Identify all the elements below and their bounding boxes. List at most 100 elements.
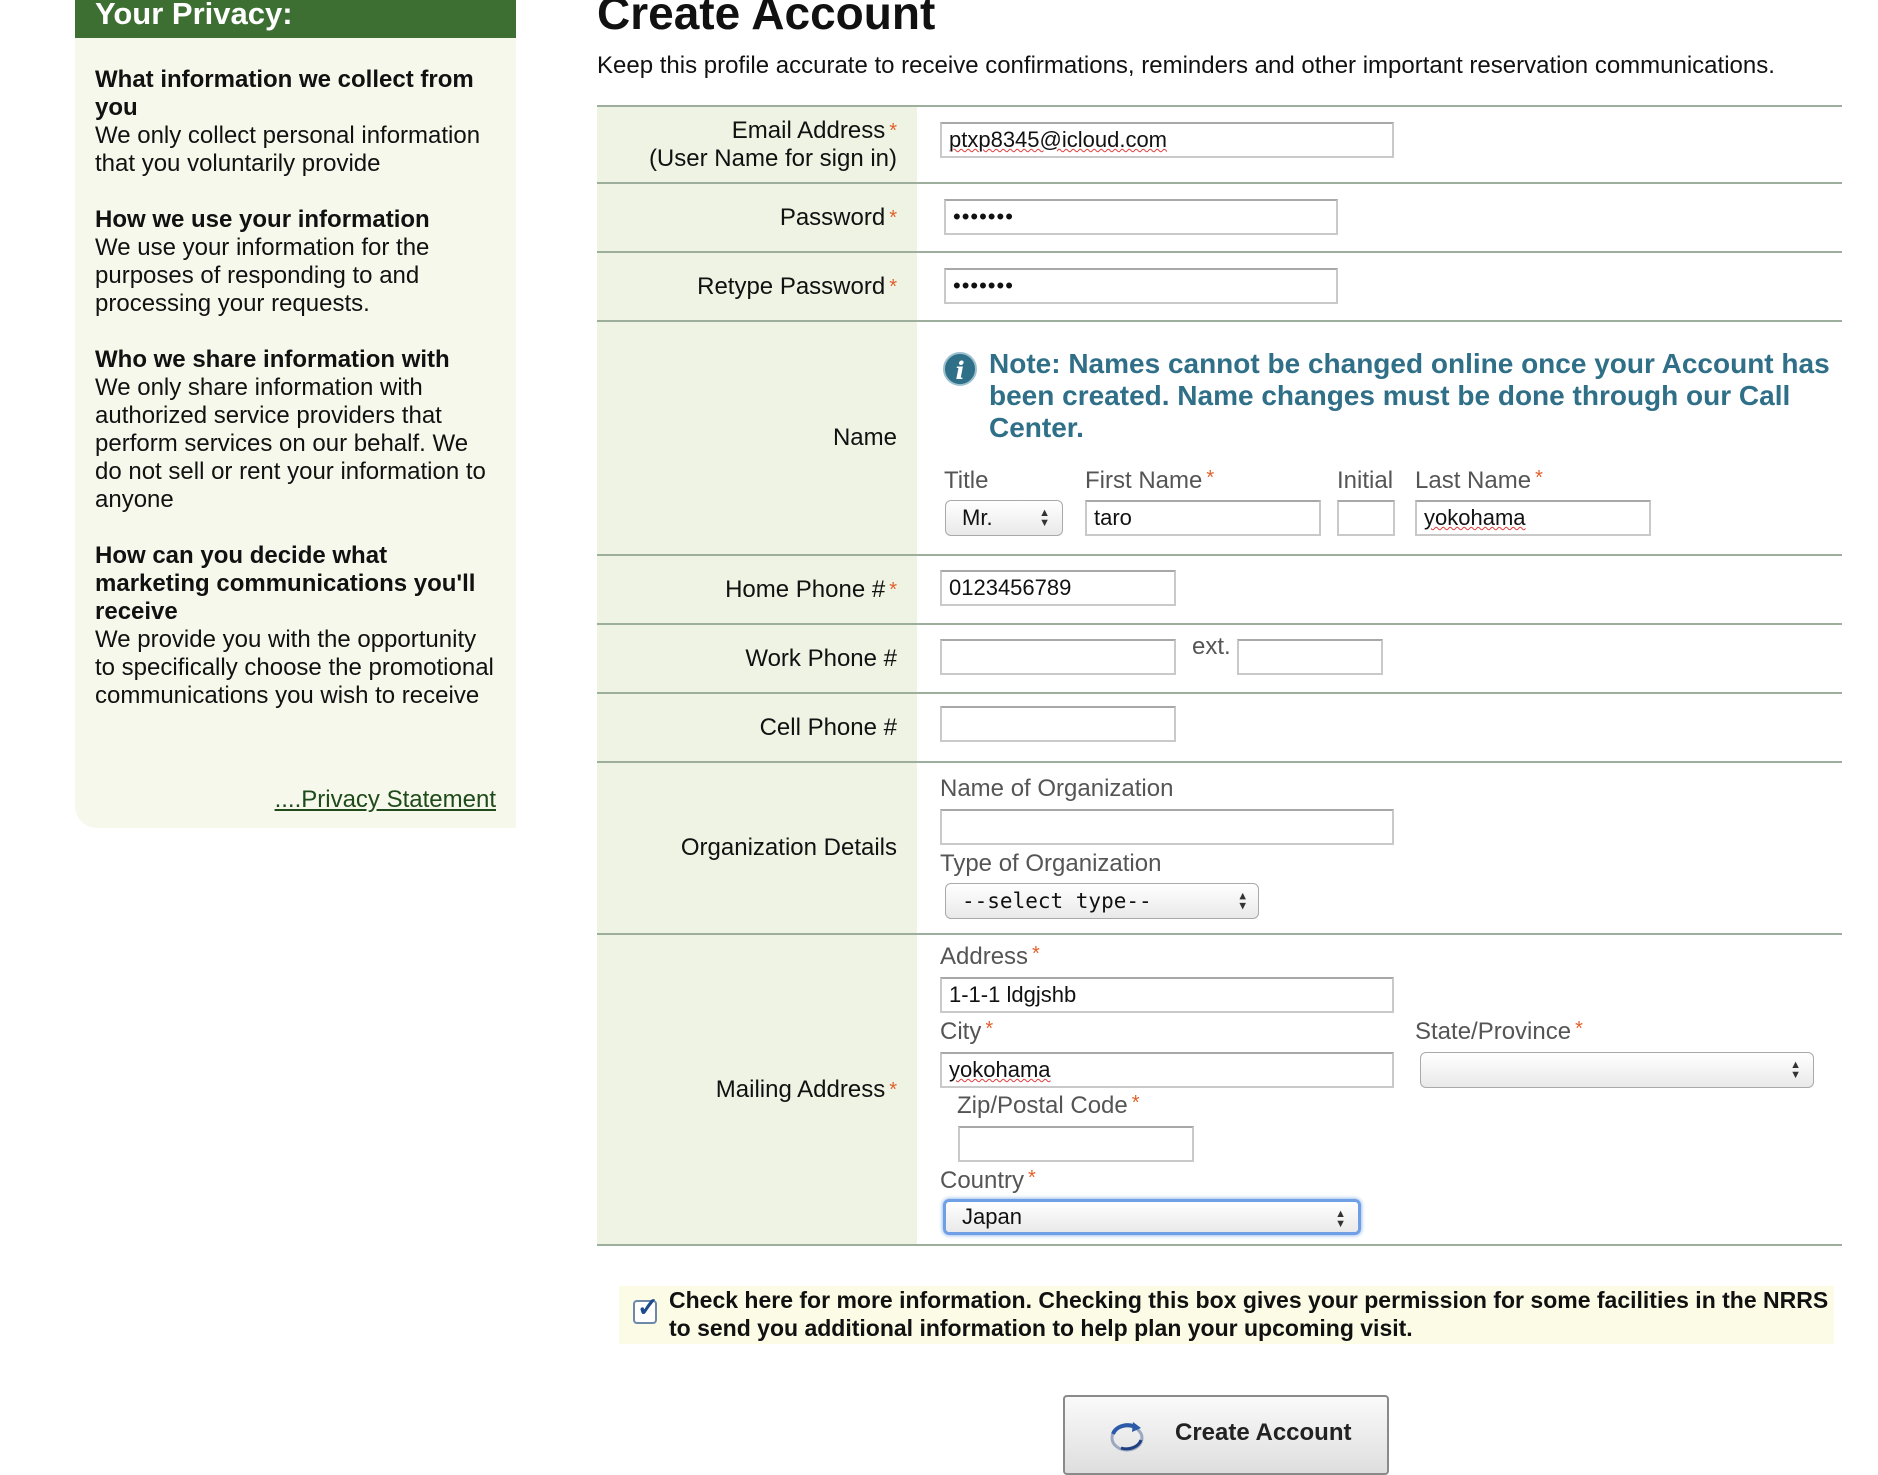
optin-checkbox[interactable]: ✓ — [633, 1292, 659, 1324]
privacy-answer: We provide you with the opportunity to s… — [95, 626, 494, 709]
country-select[interactable]: Japan ▲ ▼ — [943, 1199, 1361, 1235]
email-label-text: Email Address — [731, 116, 886, 144]
password-label-text: Password — [779, 203, 886, 231]
privacy-answer: We use your information for the purposes… — [95, 234, 430, 317]
zip-label: Zip/Postal Code * — [957, 1092, 1140, 1120]
initial-label: Initial — [1337, 467, 1394, 494]
last-name-label-text: Last Name — [1415, 467, 1532, 494]
title-label: Title — [944, 467, 989, 494]
last-name-field[interactable]: yokohama — [1415, 500, 1651, 536]
retype-password-field[interactable]: ••••••• — [944, 268, 1338, 304]
work-phone-row: Work Phone # ext. — [597, 625, 1842, 694]
required-marker: * — [1535, 467, 1543, 489]
privacy-section: What information we collect from you We … — [95, 66, 496, 178]
email-row: Email Address * (User Name for sign in) p… — [597, 105, 1842, 184]
required-marker: * — [889, 578, 897, 601]
refresh-arrow-icon — [1110, 1422, 1144, 1452]
zip-field[interactable] — [958, 1126, 1194, 1162]
cell-phone-row: Cell Phone # — [597, 694, 1842, 763]
select-arrows-icon: ▲ ▼ — [1239, 889, 1246, 912]
country-label: Country * — [940, 1167, 1036, 1195]
optin-text: Check here for more information. Checkin… — [669, 1287, 1829, 1341]
select-arrows-icon: ▲ ▼ — [1790, 1059, 1801, 1081]
retype-password-row: Retype Password * ••••••• — [597, 253, 1842, 322]
org-name-field[interactable] — [940, 809, 1394, 845]
select-arrows-icon: ▲ ▼ — [1039, 507, 1050, 529]
privacy-question: How can you decide what marketing commun… — [95, 542, 476, 625]
required-marker: * — [1032, 943, 1040, 965]
retype-password-label-text: Retype Password — [697, 272, 886, 300]
first-name-label-text: First Name — [1085, 467, 1203, 494]
last-name-value: yokohama — [1424, 505, 1526, 530]
ext-field[interactable] — [1237, 639, 1383, 675]
name-label: Name — [597, 322, 917, 554]
organization-row: Organization Details Name of Organizatio… — [597, 763, 1842, 935]
home-phone-row: Home Phone # * 0123456789 — [597, 556, 1842, 625]
page-subtitle: Keep this profile accurate to receive co… — [597, 52, 1775, 79]
retype-password-label: Retype Password * — [597, 253, 917, 320]
state-label: State/Province * — [1415, 1018, 1583, 1046]
required-marker: * — [1206, 467, 1215, 489]
email-field[interactable]: ptxp8345@icloud.com — [940, 122, 1394, 158]
password-field[interactable]: ••••••• — [944, 199, 1338, 235]
cell-phone-field[interactable] — [940, 706, 1176, 742]
privacy-title: Your Privacy: — [75, 0, 516, 38]
mailing-address-row: Mailing Address * Address * 1-1-1 ldgjshb … — [597, 935, 1842, 1246]
name-row: Name i Note: Names cannot be changed onl… — [597, 322, 1842, 556]
email-value: ptxp8345@icloud.com — [949, 127, 1168, 152]
cell-phone-label: Cell Phone # — [597, 694, 917, 761]
first-name-label: First Name * — [1085, 467, 1214, 495]
work-phone-label-text: Work Phone # — [745, 644, 897, 672]
home-phone-field[interactable]: 0123456789 — [940, 570, 1176, 606]
city-value: yokohama — [949, 1057, 1051, 1082]
address-label-text: Address — [940, 943, 1029, 970]
privacy-answer: We only collect personal information tha… — [95, 122, 481, 177]
work-phone-field[interactable] — [940, 639, 1176, 675]
home-phone-label: Home Phone # * — [597, 556, 917, 623]
zip-label-text: Zip/Postal Code — [957, 1092, 1128, 1119]
mailing-address-label: Mailing Address * — [597, 935, 917, 1244]
state-select[interactable]: ▲ ▼ — [1420, 1052, 1814, 1088]
page-title: Create Account — [597, 0, 936, 39]
privacy-panel: Your Privacy: What information we collec… — [75, 0, 516, 828]
privacy-question: What information we collect from you — [95, 66, 474, 121]
title-select[interactable]: Mr. ▲ ▼ — [945, 500, 1063, 536]
initial-field[interactable] — [1337, 500, 1395, 536]
info-icon: i — [943, 352, 977, 386]
privacy-question: How we use your information — [95, 206, 430, 233]
required-marker: * — [1131, 1092, 1140, 1114]
ext-label: ext. — [1192, 633, 1231, 660]
required-marker: * — [889, 275, 897, 298]
work-phone-label: Work Phone # — [597, 625, 917, 692]
org-name-label: Name of Organization — [940, 775, 1174, 802]
org-type-label: Type of Organization — [940, 850, 1162, 877]
city-label-text: City — [940, 1018, 982, 1045]
password-label: Password * — [597, 184, 917, 251]
organization-label-text: Organization Details — [680, 834, 897, 861]
checkmark-icon: ✓ — [637, 1292, 659, 1322]
required-marker: * — [889, 1078, 897, 1101]
home-phone-label-text: Home Phone # — [725, 575, 886, 603]
organization-label: Organization Details — [597, 763, 917, 933]
privacy-statement-link[interactable]: ....Privacy Statement — [275, 786, 496, 814]
privacy-section: Who we share information with We only sh… — [95, 346, 496, 514]
privacy-section: How can you decide what marketing commun… — [95, 542, 496, 710]
email-label-sub: (User Name for sign in) — [648, 144, 897, 172]
create-account-button[interactable]: Create Account — [1063, 1395, 1389, 1475]
privacy-section: How we use your information We use your … — [95, 206, 496, 318]
optin-box: ✓ Check here for more information. Check… — [619, 1286, 1834, 1344]
first-name-field[interactable]: taro — [1085, 500, 1321, 536]
mailing-address-label-text: Mailing Address — [715, 1075, 886, 1103]
country-select-value: Japan — [962, 1204, 1022, 1229]
required-marker: * — [985, 1018, 994, 1040]
cell-phone-label-text: Cell Phone # — [759, 713, 897, 741]
required-marker: * — [889, 119, 897, 142]
city-field[interactable]: yokohama — [940, 1052, 1394, 1088]
address-label: Address * — [940, 943, 1040, 971]
password-row: Password * ••••••• — [597, 184, 1842, 253]
address-field[interactable]: 1-1-1 ldgjshb — [940, 977, 1394, 1013]
privacy-question: Who we share information with — [95, 346, 450, 373]
required-marker: * — [1575, 1018, 1583, 1040]
address-value: 1-1-1 ldgjshb — [949, 982, 1077, 1007]
org-type-select[interactable]: --select type-- ▲ ▼ — [945, 883, 1259, 919]
